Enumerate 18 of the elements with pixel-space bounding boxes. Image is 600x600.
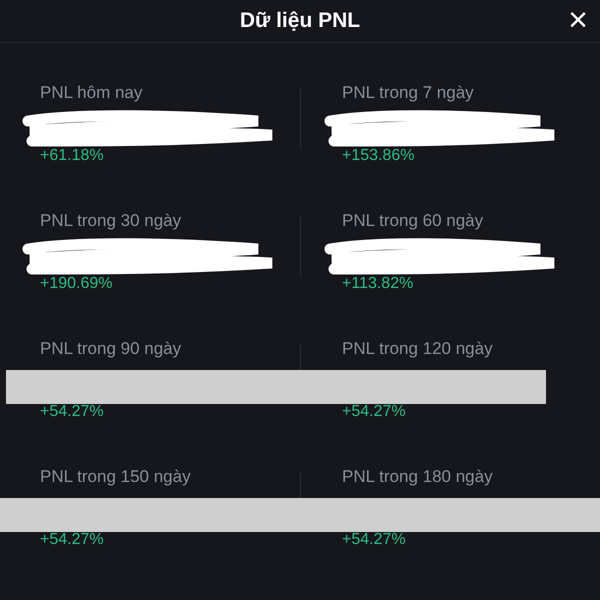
pnl-label: PNL trong 30 ngày: [40, 211, 182, 232]
pnl-percentage: +54.27%: [342, 531, 407, 549]
pnl-percentage: +54.27%: [40, 531, 105, 549]
pnl-percentage: +113.82%: [342, 275, 414, 293]
pnl-label: PNL trong 90 ngày: [40, 339, 182, 360]
pnl-label: PNL hôm nay: [40, 83, 144, 104]
pnl-percentage: +190.69%: [40, 275, 114, 293]
pnl-label: PNL trong 180 ngày: [342, 467, 494, 488]
pnl-label: PNL trong 150 ngày: [40, 467, 192, 488]
pnl-percentage: +61.18%: [40, 147, 105, 165]
pnl-label: PNL trong 120 ngày: [342, 339, 494, 360]
pnl-label: PNL trong 60 ngày: [342, 211, 484, 232]
pnl-percentage: +153.86%: [342, 147, 416, 165]
close-button[interactable]: ×: [564, 4, 592, 36]
pnl-percentage: +54.27%: [40, 403, 105, 421]
pnl-label: PNL trong 7 ngày: [342, 83, 475, 104]
pnl-percentage: +54.27%: [342, 403, 407, 421]
sheet-title: Dữ liệu PNL: [240, 9, 360, 33]
